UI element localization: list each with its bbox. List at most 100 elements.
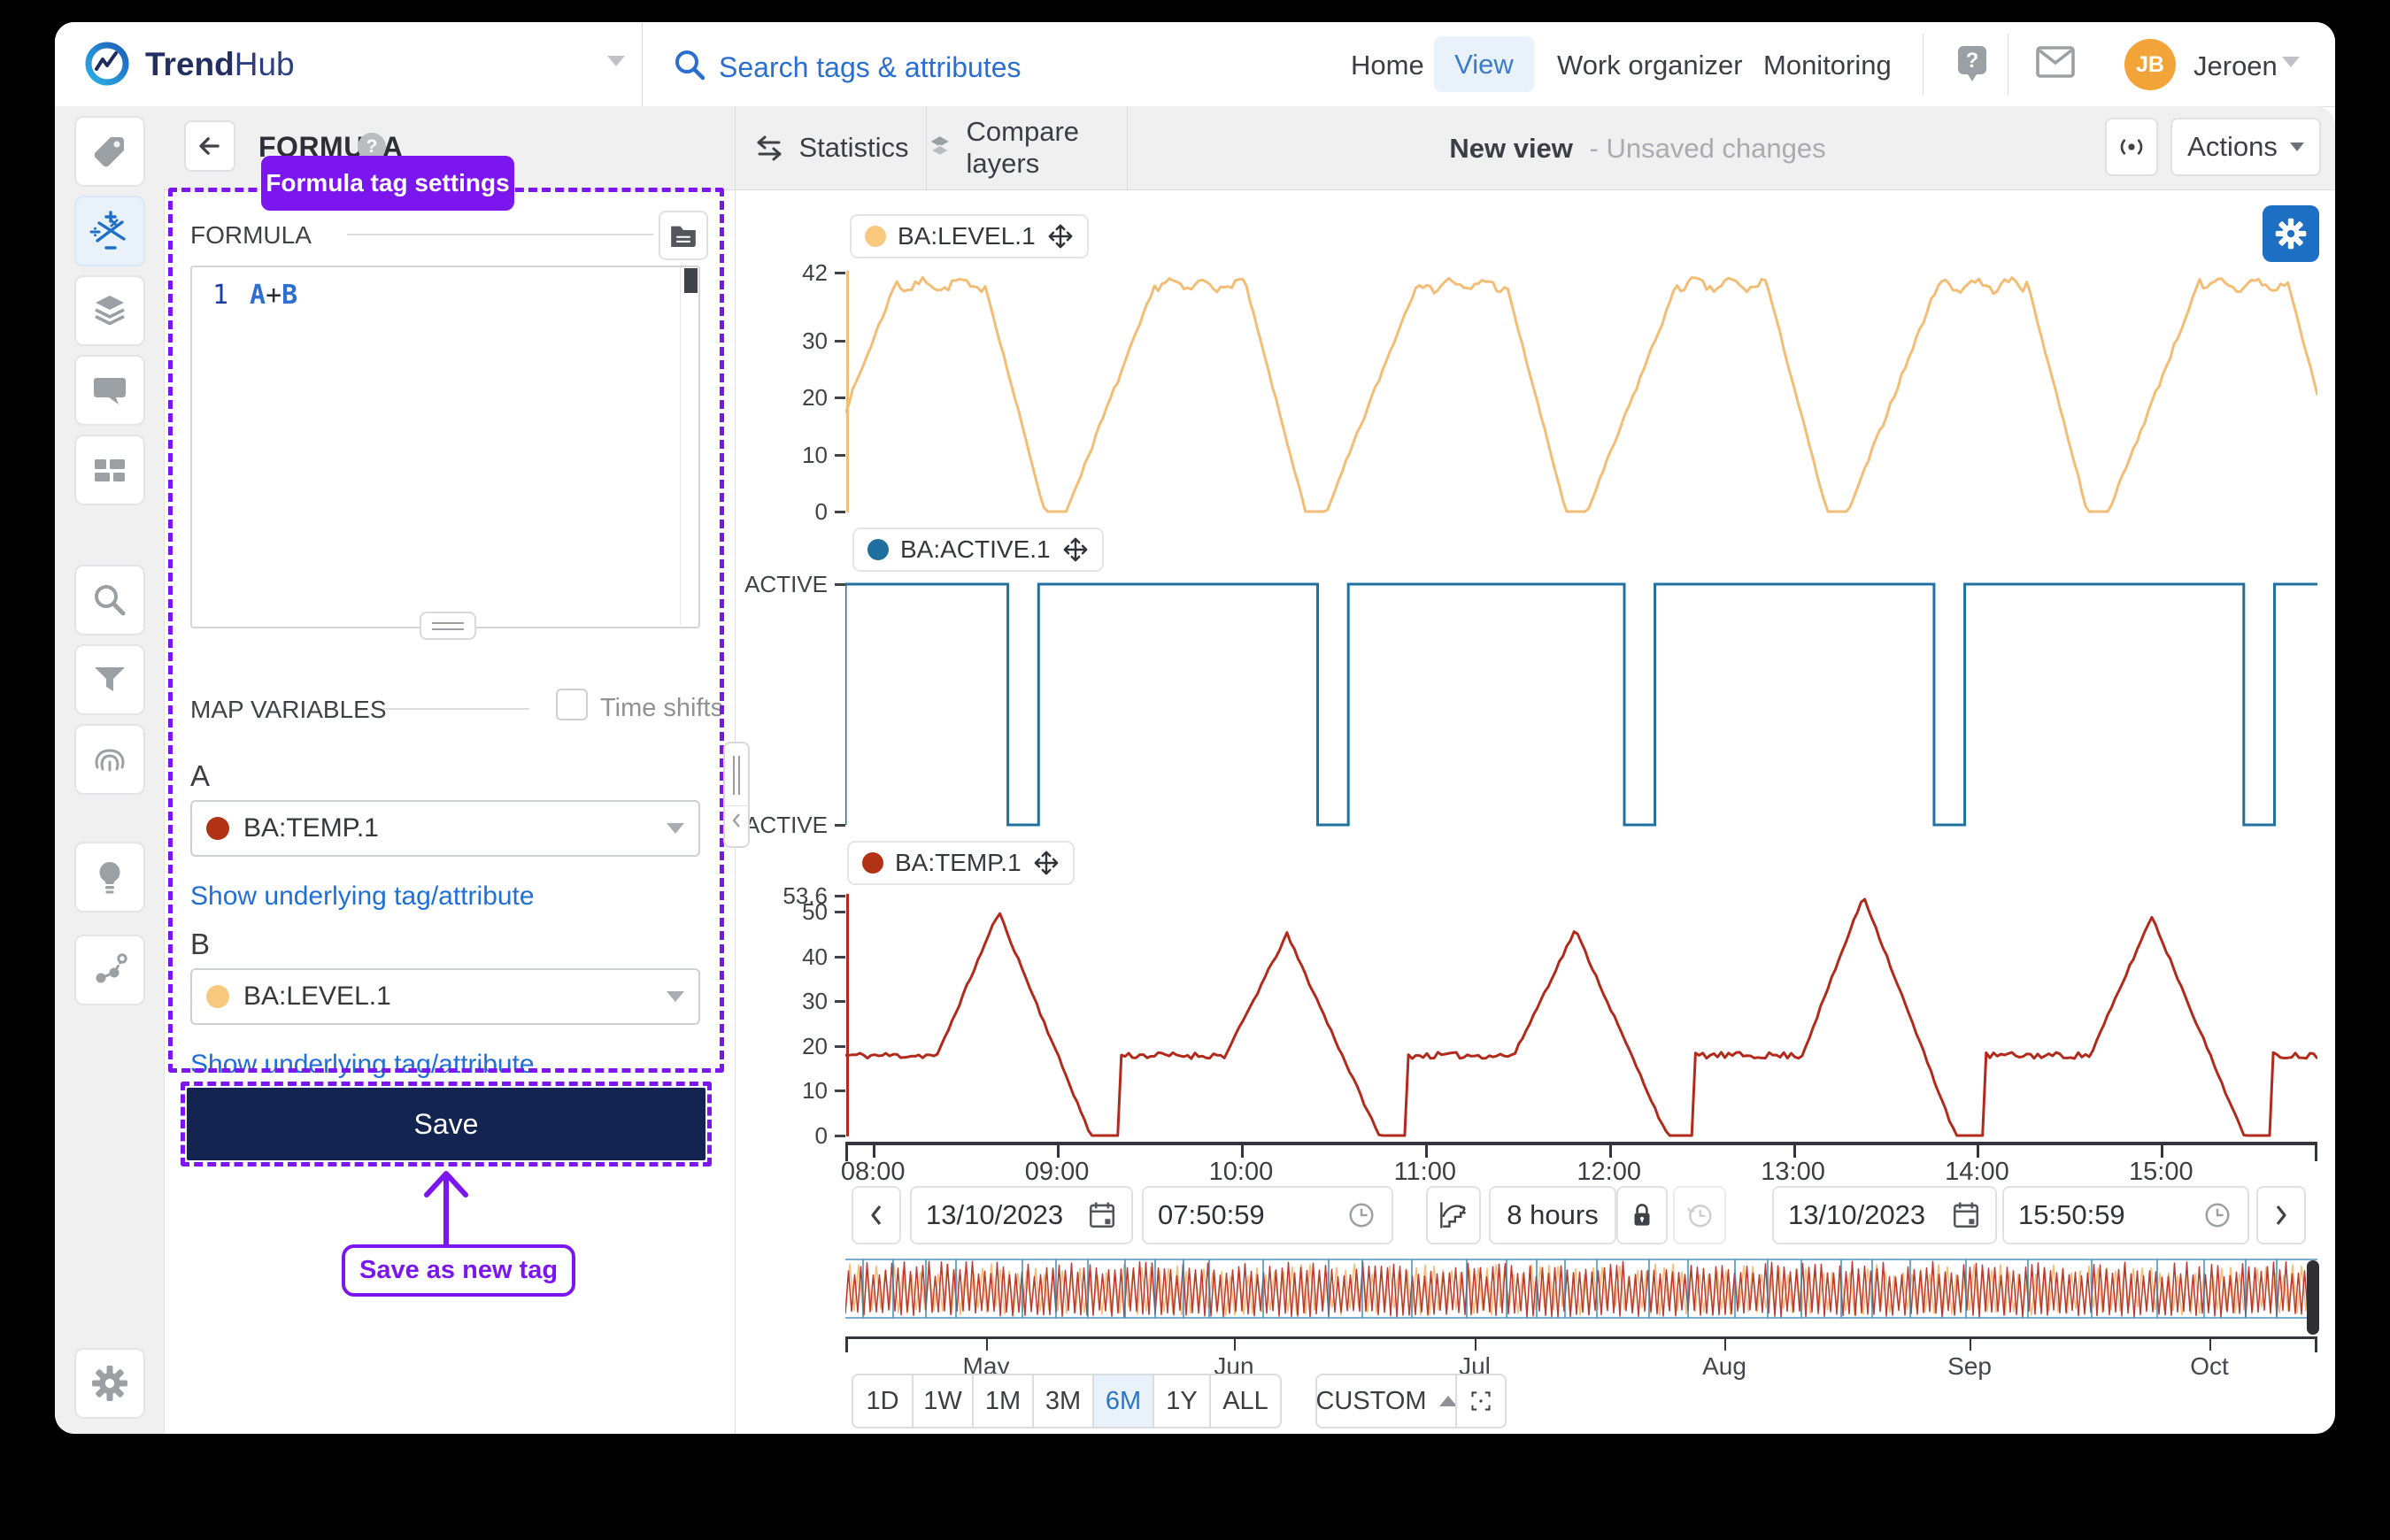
range-1w[interactable]: 1W — [912, 1374, 974, 1428]
range-all[interactable]: ALL — [1209, 1374, 1282, 1428]
user-name[interactable]: Jeroen — [2193, 50, 2278, 82]
end-time-field[interactable]: 15:50:59 — [2002, 1186, 2249, 1244]
statistics-button[interactable]: Statistics — [736, 106, 926, 189]
move-icon[interactable] — [1062, 536, 1089, 563]
variable-b-dropdown[interactable]: BA:LEVEL.1 — [190, 968, 700, 1025]
nav-home[interactable]: Home — [1351, 50, 1424, 81]
broadcast-button[interactable] — [2105, 118, 2158, 176]
y-tick — [835, 824, 845, 827]
x-axis-label: 12:00 — [1556, 1158, 1662, 1187]
editor-resize-handle[interactable] — [420, 612, 476, 640]
mail-icon[interactable] — [2034, 44, 2077, 81]
y-tick-label: 40 — [695, 943, 828, 970]
restore-time-button[interactable] — [1673, 1186, 1726, 1244]
sidebar-item-layout[interactable] — [74, 435, 145, 505]
legend-ba-temp-1[interactable]: BA:TEMP.1 — [847, 841, 1075, 885]
nav-work-organizer[interactable]: Work organizer — [1557, 50, 1743, 81]
sidebar-item-formula[interactable] — [74, 196, 145, 266]
sidebar-item-layers[interactable] — [74, 275, 145, 346]
x-axis-label: 11:00 — [1372, 1158, 1478, 1187]
range-1d[interactable]: 1D — [852, 1374, 914, 1428]
chevron-right-icon — [2271, 1203, 2291, 1228]
month-tick — [1234, 1339, 1236, 1351]
trend-plot-ba-temp-1[interactable] — [845, 869, 2317, 1141]
sidebar-item-filter[interactable] — [74, 644, 145, 715]
arrow-left-icon — [192, 128, 227, 164]
editor-scrollbar-track — [680, 267, 681, 625]
start-time-field[interactable]: 07:50:59 — [1142, 1186, 1393, 1244]
lock-duration-button[interactable] — [1616, 1186, 1668, 1244]
time-shifts-checkbox[interactable] — [556, 689, 588, 720]
sidebar-item-fingerprint[interactable] — [74, 724, 145, 795]
back-button[interactable] — [184, 120, 235, 172]
brand-chevron-down-icon[interactable] — [607, 56, 625, 66]
nav-view[interactable]: View — [1434, 36, 1534, 92]
formula-editor[interactable] — [190, 266, 700, 628]
end-date-field[interactable]: 13/10/2023 — [1772, 1186, 1997, 1244]
variable-b-label: B — [190, 928, 210, 961]
pan-right-button[interactable] — [2256, 1186, 2306, 1244]
statistics-icon — [752, 131, 786, 165]
sidebar-item-ml[interactable] — [74, 935, 145, 1005]
avatar[interactable]: JB — [2124, 39, 2176, 90]
editor-code[interactable]: A+B — [250, 280, 297, 311]
context-axis — [845, 1336, 2317, 1339]
formula-library-button[interactable] — [659, 211, 708, 260]
show-underlying-link-b[interactable]: Show underlying tag/attribute — [190, 1050, 535, 1080]
x-axis — [845, 1142, 2317, 1145]
comment-icon — [90, 371, 129, 410]
move-icon[interactable] — [1033, 850, 1060, 876]
show-underlying-link-a[interactable]: Show underlying tag/attribute — [190, 882, 535, 912]
legend-ba-level-1[interactable]: BA:LEVEL.1 — [850, 214, 1089, 258]
chevron-down-icon — [667, 823, 684, 834]
chart-settings-button[interactable] — [2263, 205, 2319, 262]
sidebar-item-tags[interactable] — [74, 116, 145, 187]
range-1y[interactable]: 1Y — [1153, 1374, 1211, 1428]
x-axis-label: 09:00 — [1004, 1158, 1110, 1187]
annotation-arrow — [412, 1167, 480, 1246]
calendar-icon — [1087, 1199, 1117, 1231]
help-icon[interactable]: ? — [1951, 42, 1993, 87]
search-input[interactable]: Search tags & attributes — [719, 51, 1022, 84]
pan-left-button[interactable] — [852, 1186, 901, 1244]
x-tick — [1609, 1145, 1612, 1158]
trendhub-logo[interactable] — [84, 41, 130, 87]
duration-field[interactable]: 8 hours — [1489, 1186, 1616, 1244]
trend-plot-ba-level-1[interactable] — [845, 246, 2317, 517]
start-date-field[interactable]: 13/10/2023 — [910, 1186, 1133, 1244]
month-tick — [1475, 1339, 1476, 1351]
chevron-down-icon — [667, 991, 684, 1002]
map-variables-label: MAP VARIABLES — [190, 696, 387, 724]
custom-range-button[interactable]: CUSTOM — [1315, 1374, 1457, 1428]
context-scroll-handle[interactable] — [2307, 1260, 2319, 1335]
nav-monitoring[interactable]: Monitoring — [1763, 50, 1892, 81]
user-chevron-down-icon[interactable] — [2282, 57, 2300, 67]
context-overview-chart[interactable] — [845, 1255, 2317, 1326]
range-1m[interactable]: 1M — [972, 1374, 1034, 1428]
variable-a-dropdown[interactable]: BA:TEMP.1 — [190, 800, 700, 857]
legend-ba-active-1[interactable]: BA:ACTIVE.1 — [852, 527, 1104, 572]
trend-plot-ba-active-1[interactable] — [845, 580, 2317, 834]
panel-collapse-handle[interactable] — [723, 742, 750, 848]
topbar-divider — [642, 22, 643, 106]
month-tick — [2209, 1339, 2211, 1351]
range-6m[interactable]: 6M — [1092, 1374, 1154, 1428]
interpolation-button[interactable] — [1426, 1186, 1481, 1244]
range-3m[interactable]: 3M — [1032, 1374, 1094, 1428]
move-icon[interactable] — [1047, 223, 1074, 250]
x-tick — [1425, 1145, 1428, 1158]
compare-layers-button[interactable]: Compare layers — [926, 106, 1127, 189]
sidebar-item-settings[interactable] — [74, 1348, 145, 1419]
sidebar-item-recommendations[interactable] — [74, 842, 145, 912]
x-tick — [2161, 1145, 2163, 1158]
layout-icon — [90, 450, 129, 489]
focus-range-button[interactable] — [1455, 1374, 1507, 1428]
save-button[interactable]: Save — [187, 1088, 705, 1160]
y-tick-label: 20 — [695, 1033, 828, 1059]
x-tick — [1241, 1145, 1244, 1158]
actions-button[interactable]: Actions — [2170, 118, 2321, 176]
clock-icon — [1345, 1199, 1377, 1231]
sidebar-item-comments[interactable] — [74, 355, 145, 426]
sidebar-item-search[interactable] — [74, 565, 145, 635]
gear-icon — [2273, 216, 2309, 251]
